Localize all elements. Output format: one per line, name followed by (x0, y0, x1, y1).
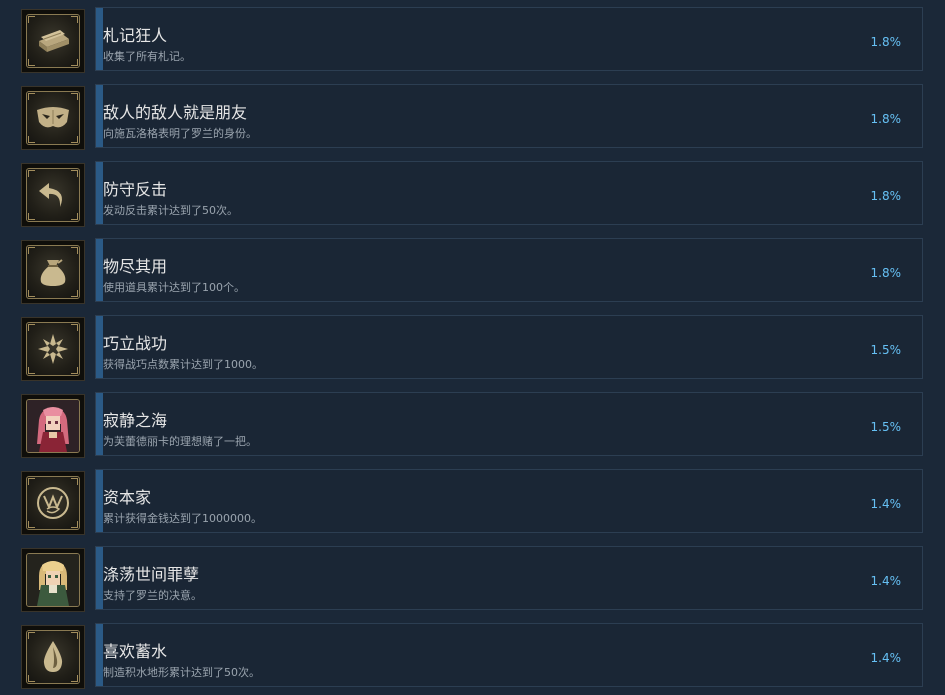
achievement-description: 支持了罗兰的决意。 (103, 589, 202, 602)
counter-arrow-icon (26, 168, 80, 222)
achievement-description: 获得战巧点数累计达到了1000。 (103, 358, 263, 371)
achievement-title: 喜欢蓄水 (103, 642, 168, 661)
achievement-accent-bar (96, 316, 103, 378)
achievement-row: 巧立战功 获得战巧点数累计达到了1000。 1.5% (0, 315, 945, 381)
achievement-percent: 1.5% (870, 420, 902, 434)
item-bag-icon (26, 245, 80, 299)
roland-portrait-icon (26, 553, 80, 607)
achievement-accent-bar (96, 547, 103, 609)
achievement-info: 敌人的敌人就是朋友 向施瓦洛格表明了罗兰的身份。 1.8% (95, 84, 923, 148)
achievement-icon-frame (21, 471, 85, 535)
achievement-description: 向施瓦洛格表明了罗兰的身份。 (103, 127, 257, 140)
achievement-info: 札记狂人 收集了所有札记。 1.8% (95, 7, 923, 71)
achievement-description: 使用道具累计达到了100个。 (103, 281, 245, 294)
achievement-accent-bar (96, 239, 103, 301)
achievement-title: 涤荡世间罪孽 (103, 565, 200, 584)
achievement-row: 资本家 累计获得金钱达到了1000000。 1.4% (0, 469, 945, 535)
achievement-icon-frame (21, 625, 85, 689)
achievement-accent-bar (96, 393, 103, 455)
achievement-row: 涤荡世间罪孽 支持了罗兰的决意。 1.4% (0, 546, 945, 612)
achievement-accent-bar (96, 85, 103, 147)
achievement-title: 敌人的敌人就是朋友 (103, 103, 248, 122)
achievement-row: 物尽其用 使用道具累计达到了100个。 1.8% (0, 238, 945, 304)
achievement-row: 喜欢蓄水 制造积水地形累计达到了50次。 1.4% (0, 623, 945, 689)
achievement-row: 防守反击 发动反击累计达到了50次。 1.8% (0, 161, 945, 227)
achievement-info: 巧立战功 获得战巧点数累计达到了1000。 1.5% (95, 315, 923, 379)
achievement-percent: 1.8% (870, 266, 902, 280)
mask-icon (26, 91, 80, 145)
achievement-description: 制造积水地形累计达到了50次。 (103, 666, 260, 679)
achievement-row: 札记狂人 收集了所有札记。 1.8% (0, 7, 945, 73)
achievement-accent-bar (96, 624, 103, 686)
achievement-title: 札记狂人 (103, 26, 168, 45)
achievement-title: 防守反击 (103, 180, 168, 199)
star-burst-icon (26, 322, 80, 376)
achievement-description: 收集了所有札记。 (103, 50, 191, 63)
achievement-percent: 1.8% (870, 112, 902, 126)
book-icon (26, 14, 80, 68)
achievement-accent-bar (96, 470, 103, 532)
achievement-percent: 1.8% (870, 35, 902, 49)
achievement-percent: 1.8% (870, 189, 902, 203)
achievement-percent: 1.4% (870, 651, 902, 665)
achievement-description: 累计获得金钱达到了1000000。 (103, 512, 262, 525)
achievement-title: 资本家 (103, 488, 152, 507)
achievement-accent-bar (96, 8, 103, 70)
achievement-info: 喜欢蓄水 制造积水地形累计达到了50次。 1.4% (95, 623, 923, 687)
achievement-percent: 1.4% (870, 574, 902, 588)
water-drop-icon (26, 630, 80, 684)
achievement-icon-frame (21, 9, 85, 73)
achievement-row: 敌人的敌人就是朋友 向施瓦洛格表明了罗兰的身份。 1.8% (0, 84, 945, 150)
achievement-title: 寂静之海 (103, 411, 168, 430)
achievement-icon-frame (21, 394, 85, 458)
achievement-title: 物尽其用 (103, 257, 168, 276)
achievement-icon-frame (21, 240, 85, 304)
achievement-info: 防守反击 发动反击累计达到了50次。 1.8% (95, 161, 923, 225)
achievement-info: 涤荡世间罪孽 支持了罗兰的决意。 1.4% (95, 546, 923, 610)
frederica-portrait-icon (26, 399, 80, 453)
achievement-icon-frame (21, 317, 85, 381)
achievement-info: 寂静之海 为芙蕾德丽卡的理想赌了一把。 1.5% (95, 392, 923, 456)
achievement-percent: 1.5% (870, 343, 902, 357)
achievement-percent: 1.4% (870, 497, 902, 511)
achievement-title: 巧立战功 (103, 334, 168, 353)
achievement-icon-frame (21, 86, 85, 150)
achievement-row: 寂静之海 为芙蕾德丽卡的理想赌了一把。 1.5% (0, 392, 945, 458)
achievement-icon-frame (21, 548, 85, 612)
achievement-description: 为芙蕾德丽卡的理想赌了一把。 (103, 435, 257, 448)
achievement-info: 资本家 累计获得金钱达到了1000000。 1.4% (95, 469, 923, 533)
achievement-icon-frame (21, 163, 85, 227)
achievement-info: 物尽其用 使用道具累计达到了100个。 1.8% (95, 238, 923, 302)
achievement-list: 札记狂人 收集了所有札记。 1.8% 敌人的敌人就是朋友 向施瓦洛格表明了罗兰的… (0, 0, 945, 695)
achievement-accent-bar (96, 162, 103, 224)
achievement-description: 发动反击累计达到了50次。 (103, 204, 238, 217)
coin-icon (26, 476, 80, 530)
